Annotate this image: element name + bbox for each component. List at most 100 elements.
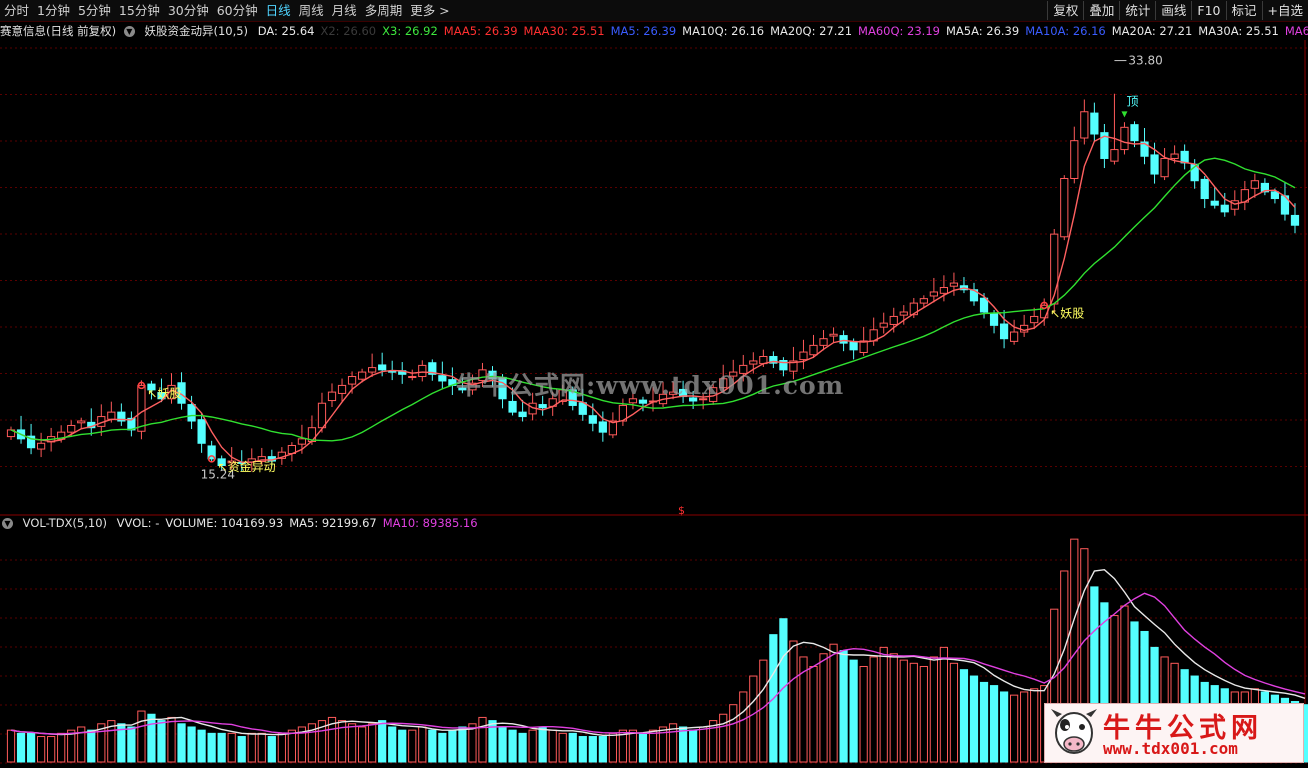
candle-body-13 [137, 384, 146, 432]
volume-bar-50 [508, 729, 517, 763]
volume-bar-44 [448, 729, 457, 763]
volume-bar-68 [689, 729, 698, 763]
vol_info-value-1: VOLUME: 104169.93 [165, 516, 284, 530]
candle-body-126 [1270, 191, 1280, 200]
vol_info-value-3: MA10: 89385.16 [382, 516, 478, 530]
volume-bar-38 [388, 726, 397, 763]
candle-body-29 [297, 438, 307, 445]
volume-bar-8 [87, 729, 96, 763]
volume-bar-39 [398, 729, 407, 763]
candle-body-19 [197, 419, 206, 444]
volume-bar-101 [1020, 691, 1029, 763]
candle-body-116 [1170, 153, 1179, 159]
candle-body-121 [1220, 204, 1229, 213]
volume-bar-99 [999, 691, 1009, 763]
dropdown-circle-icon[interactable]: ▼ [123, 26, 135, 37]
volume-indicator-bar: ▼ VOL-TDX(5,10) VVOL: - VOLUME: 104169.93… [0, 514, 1000, 532]
volume-bar-53 [538, 726, 547, 763]
watermark-text: 牛牛公式网:www.tdx001.com [456, 371, 845, 400]
volume-bar-57 [578, 736, 587, 763]
candle-body-106 [1070, 140, 1079, 180]
volume-bar-37 [378, 720, 387, 763]
high-price-label: 33.80 [1128, 54, 1162, 68]
volume-bar-69 [699, 726, 708, 763]
main_info-value-11: MA20A: 27.21 [1111, 24, 1193, 38]
candle-body-115 [1160, 157, 1169, 178]
volume-bar-22 [227, 732, 236, 763]
volume-bar-58 [588, 736, 597, 763]
candle-body-43 [438, 375, 447, 382]
volume-bar-74 [749, 675, 758, 763]
volume-bar-27 [277, 732, 286, 763]
volume-bar-71 [719, 713, 728, 763]
volume-bar-54 [548, 729, 557, 763]
candle-body-41 [418, 364, 427, 378]
signal-label-2: ↖妖股 [1050, 306, 1084, 320]
candle-body-110 [1110, 149, 1119, 162]
main_info-value-4: MAA30: 25.51 [523, 24, 605, 38]
candle-body-53 [538, 404, 547, 409]
vol_info-value-0: VVOL: - [116, 516, 160, 530]
candle-body-112 [1130, 124, 1139, 142]
volume-bar-55 [558, 732, 567, 763]
volume-bar-81 [819, 653, 828, 763]
vol-indicator-name[interactable]: VOL-TDX(5,10) [23, 516, 107, 530]
indicator-name[interactable]: 妖股资金动异(10,5) [144, 24, 248, 38]
candlesticks [6, 93, 1300, 472]
volume-bar-5 [57, 732, 66, 763]
candle-body-33 [337, 384, 347, 394]
candle-body-35 [357, 371, 367, 380]
volume-bar-96 [969, 675, 979, 763]
candle-body-18 [187, 404, 196, 422]
volume-bar-47 [478, 716, 487, 763]
main_info-value-13: MA60A: 23.19 [1284, 24, 1308, 38]
volume-bar-2 [26, 732, 36, 763]
indicator-values: DA: 25.64 X2: 26.60 X3: 26.92 MAA5: 26.39 MA… [258, 24, 1308, 38]
candle-body-98 [989, 312, 999, 326]
candle-body-50 [508, 400, 517, 413]
ma-fast-line [10, 135, 1296, 463]
volume-bar-80 [809, 665, 818, 763]
volume-bar-59 [598, 736, 607, 763]
stock-title[interactable]: 赛意信息(日线 前复权) [0, 24, 116, 38]
volume-bar-85 [859, 665, 868, 763]
signal-label-0: ↖妖股 [147, 386, 181, 400]
volume-bar-12 [127, 726, 136, 763]
volume-bar-90 [909, 662, 918, 763]
volume-bar-0 [6, 729, 16, 763]
candle-body-59 [598, 421, 607, 433]
candle-body-124 [1250, 180, 1259, 189]
volume-bar-16 [167, 716, 176, 763]
candle-body-51 [518, 411, 527, 418]
volume-bar-34 [347, 723, 357, 763]
volume-bar-95 [959, 669, 969, 763]
candle-body-107 [1080, 111, 1089, 139]
volume-bar-93 [939, 646, 949, 763]
candle-body-88 [889, 315, 898, 325]
volume-bar-92 [929, 656, 938, 763]
volume-bar-100 [1010, 694, 1019, 763]
candle-body-93 [939, 287, 949, 294]
main_info-value-8: MA60Q: 23.19 [858, 24, 940, 38]
candle-body-40 [408, 376, 417, 379]
candle-body-79 [799, 351, 808, 361]
candle-body-91 [919, 298, 928, 304]
volume-bar-15 [157, 720, 166, 763]
candle-body-122 [1230, 200, 1239, 210]
candle-body-105 [1060, 178, 1069, 238]
volume-bar-18 [187, 726, 196, 763]
candle-body-10 [107, 411, 116, 420]
vol-indicator-values: VVOL: - VOLUME: 104169.93 MA5: 92199.67 MA1… [117, 516, 484, 530]
signal-arrow-3 [1121, 111, 1128, 118]
main-indicator-bar: 赛意信息(日线 前复权) ▼ 妖股资金动异(10,5) DA: 25.64 X2:… [0, 22, 1308, 40]
candle-body-128 [1290, 214, 1300, 226]
volume-bar-45 [458, 726, 467, 763]
dropdown-circle-icon[interactable]: ▼ [2, 518, 13, 529]
volume-bar-88 [889, 653, 898, 763]
volume-bar-75 [759, 659, 768, 763]
volume-bar-82 [829, 643, 838, 763]
volume-bar-63 [638, 732, 648, 763]
volume-bar-20 [207, 732, 216, 763]
signal-label-1: ↖资金异动 [218, 459, 276, 474]
volume-bar-24 [247, 732, 256, 763]
